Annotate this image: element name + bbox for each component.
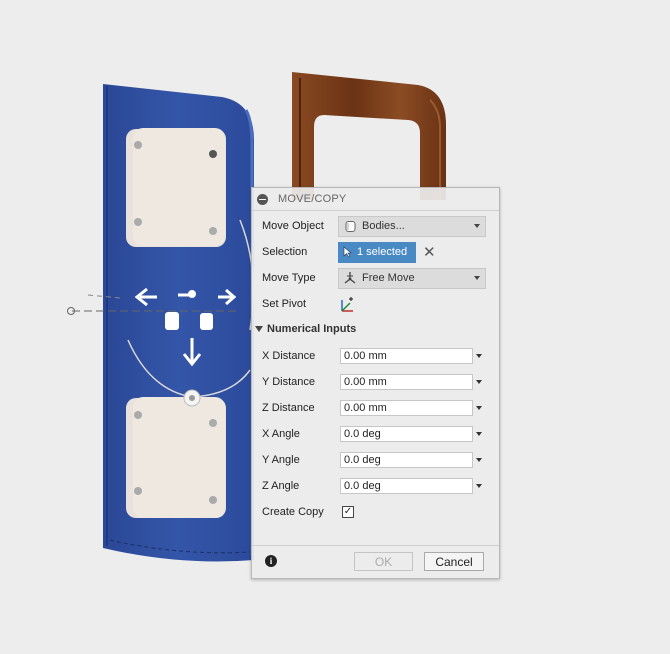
move-object-row: Move Object Bodies... [252, 215, 501, 237]
move-object-value: Bodies... [362, 220, 405, 232]
x-distance-dropdown-icon[interactable] [476, 354, 482, 358]
wood-panel-body[interactable] [292, 72, 446, 200]
selection-row: Selection 1 selected ✕ [252, 241, 501, 263]
move-object-label: Move Object [262, 220, 324, 232]
create-copy-label: Create Copy [262, 506, 324, 518]
x-distance-input[interactable]: 0.00 mm [340, 348, 473, 364]
collapse-icon[interactable] [257, 193, 268, 205]
y-angle-input[interactable]: 0.0 deg [340, 452, 473, 468]
y-angle-dropdown-icon[interactable] [476, 458, 482, 462]
pivot-axes-icon[interactable] [340, 296, 357, 318]
ok-button[interactable]: OK [354, 552, 413, 571]
create-copy-checkbox[interactable]: ✓ [342, 506, 354, 518]
z-distance-dropdown-icon[interactable] [476, 406, 482, 410]
chevron-down-icon [474, 275, 480, 280]
dialog-header: MOVE/COPY [252, 188, 499, 211]
move-type-row: Move Type Free Move [252, 267, 501, 289]
move-copy-dialog: MOVE/COPY Move Object Bodies... Selectio… [251, 187, 500, 579]
triangle-down-icon [255, 326, 263, 332]
x-angle-label: X Angle [262, 428, 300, 440]
free-move-icon [342, 270, 358, 286]
dialog-footer: i OK Cancel [252, 545, 499, 578]
chevron-down-icon [474, 223, 480, 228]
numerical-inputs-toggle[interactable]: Numerical Inputs [255, 323, 356, 335]
z-distance-input[interactable]: 0.00 mm [340, 400, 473, 416]
create-copy-row: Create Copy ✓ [252, 501, 501, 523]
clear-selection-icon[interactable]: ✕ [423, 245, 436, 260]
x-angle-dropdown-icon[interactable] [476, 432, 482, 436]
cursor-icon [343, 246, 352, 258]
x-angle-input[interactable]: 0.0 deg [340, 426, 473, 442]
numerical-inputs-label: Numerical Inputs [267, 323, 357, 335]
x-angle-row: X Angle 0.0 deg [252, 423, 501, 445]
selection-button[interactable]: 1 selected [338, 241, 416, 263]
z-angle-dropdown-icon[interactable] [476, 484, 482, 488]
move-type-dropdown[interactable]: Free Move [338, 267, 486, 289]
set-pivot-row: Set Pivot [252, 293, 501, 315]
move-object-dropdown[interactable]: Bodies... [338, 215, 486, 237]
y-angle-row: Y Angle 0.0 deg [252, 449, 501, 471]
move-type-value: Free Move [362, 272, 415, 284]
cancel-button[interactable]: Cancel [424, 552, 484, 571]
y-distance-label: Y Distance [262, 376, 315, 388]
move-type-label: Move Type [262, 272, 316, 284]
y-distance-input[interactable]: 0.00 mm [340, 374, 473, 390]
dialog-title: MOVE/COPY [278, 193, 347, 205]
z-angle-row: Z Angle 0.0 deg [252, 475, 501, 497]
x-distance-row: X Distance 0.00 mm [252, 345, 501, 367]
z-angle-label: Z Angle [262, 480, 300, 492]
set-pivot-label: Set Pivot [262, 298, 307, 310]
z-angle-input[interactable]: 0.0 deg [340, 478, 473, 494]
body-icon [342, 218, 358, 234]
info-icon[interactable]: i [265, 555, 277, 567]
selection-value: 1 selected [357, 246, 408, 258]
z-distance-label: Z Distance [262, 402, 315, 414]
z-distance-row: Z Distance 0.00 mm [252, 397, 501, 419]
y-distance-dropdown-icon[interactable] [476, 380, 482, 384]
y-angle-label: Y Angle [262, 454, 300, 466]
selection-label: Selection [262, 246, 308, 258]
x-distance-label: X Distance [262, 350, 316, 362]
y-distance-row: Y Distance 0.00 mm [252, 371, 501, 393]
